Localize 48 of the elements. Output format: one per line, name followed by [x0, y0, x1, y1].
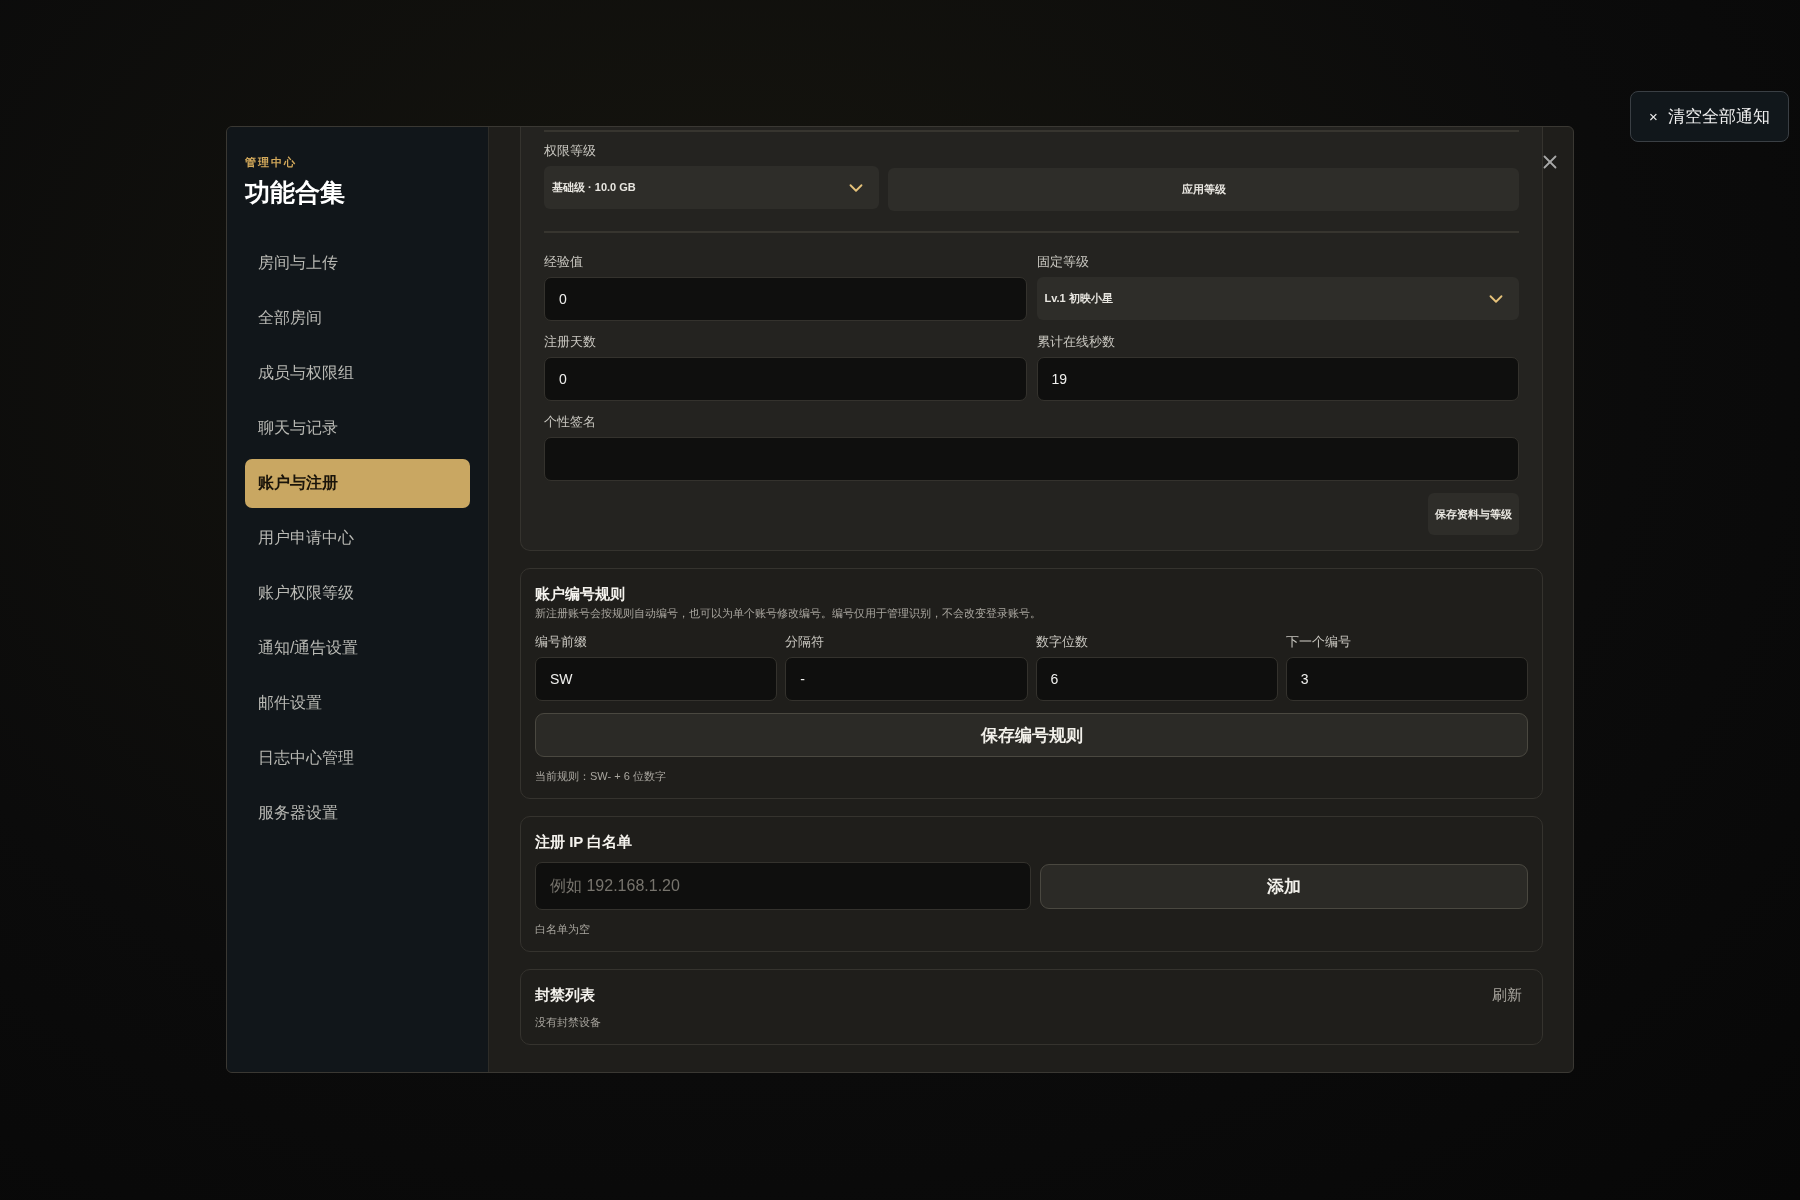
sidebar-item[interactable]: 账户与注册	[245, 459, 470, 508]
input-field[interactable]: 3	[1285, 657, 1528, 701]
card-title: 注册 IP 白名单	[535, 833, 634, 852]
input-field[interactable]: 19	[1036, 357, 1519, 401]
field-label: 权限等级	[544, 142, 597, 160]
sidebar-item[interactable]: 聊天与记录	[245, 404, 470, 453]
apply-button[interactable]: 应用等级	[888, 168, 1519, 211]
card-title: 账户编号规则	[535, 585, 626, 604]
empty-text: 没有封禁设备	[535, 1015, 602, 1030]
field-label: 数字位数	[1035, 633, 1089, 651]
card-title: 封禁列表	[535, 986, 595, 1005]
field-label: 累计在线秒数	[1036, 333, 1116, 351]
refresh-button[interactable]: 刷新	[1492, 986, 1528, 1005]
sidebar-item[interactable]: 全部房间	[245, 294, 470, 343]
sidebar-item[interactable]: 日志中心管理	[245, 734, 470, 783]
field-label: 经验值	[544, 253, 584, 271]
current-rule-text: 当前规则：SW- + 6 位数字	[535, 769, 667, 784]
sidebar-item[interactable]: 房间与上传	[245, 239, 470, 288]
card-description: 新注册账号会按规则自动编号，也可以为单个账号修改编号。编号仅用于管理识别，不会改变登录账号。	[535, 606, 1042, 621]
sidebar-item[interactable]: 邮件设置	[245, 679, 470, 728]
sidebar-item[interactable]: 服务器设置	[245, 789, 470, 838]
field-label: 个性签名	[544, 413, 597, 431]
sidebar-item[interactable]: 账户权限等级	[245, 569, 470, 618]
field-label: 分隔符	[785, 633, 826, 651]
sidebar-item[interactable]: 成员与权限组	[245, 349, 470, 398]
sidebar-item[interactable]: 用户申请中心	[245, 514, 470, 563]
input-field[interactable]	[544, 437, 1519, 481]
empty-text: 白名单为空	[535, 922, 591, 937]
save-button[interactable]: 保存编号规则	[535, 713, 1528, 757]
clear-notifications-button[interactable]: × 清空全部通知	[1630, 91, 1789, 142]
field-label: 固定等级	[1036, 253, 1090, 271]
input-field[interactable]: 0	[544, 277, 1027, 321]
input-field[interactable]: SW	[535, 657, 778, 701]
save-button[interactable]: 保存资料与等级	[1428, 493, 1519, 535]
add-button[interactable]: 添加	[1040, 863, 1528, 909]
input-field[interactable]: 0	[544, 357, 1027, 401]
sidebar-item[interactable]: 通知/通告设置	[245, 624, 470, 673]
close-icon: ×	[1649, 108, 1658, 125]
input-field[interactable]: -	[785, 657, 1028, 701]
field-label: 编号前缀	[535, 633, 588, 651]
input-field[interactable]: 6	[1035, 657, 1278, 701]
field-label: 下一个编号	[1285, 633, 1352, 651]
select-field[interactable]: 基础级 · 10.0 GB	[544, 166, 879, 209]
input-field[interactable]: 例如 192.168.1.20	[535, 862, 1032, 910]
select-field[interactable]: Lv.1 初映小星	[1036, 277, 1519, 320]
sidebar-eyebrow: 管理中心	[245, 155, 298, 170]
field-label: 注册天数	[544, 333, 597, 351]
sidebar-title: 功能合集	[245, 177, 346, 208]
